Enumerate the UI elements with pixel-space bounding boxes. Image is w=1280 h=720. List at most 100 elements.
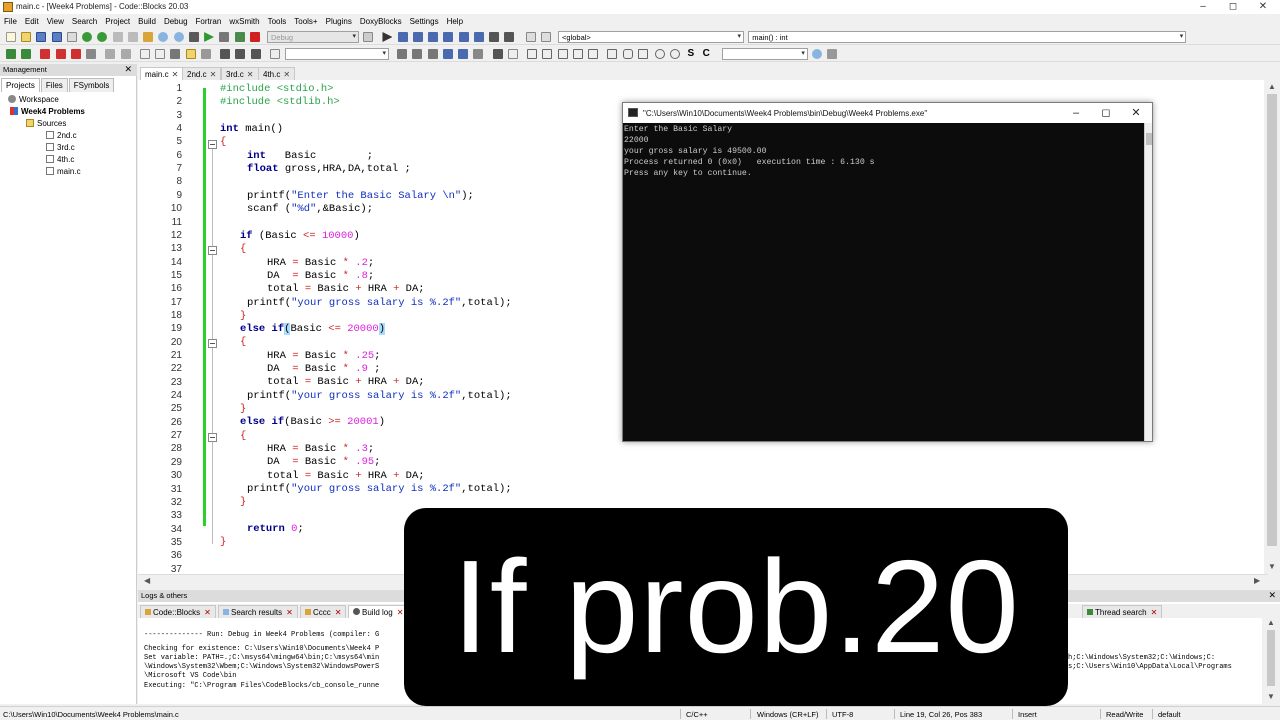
logs-scrollbar[interactable]: ▲ ▼	[1262, 618, 1280, 704]
close-icon[interactable]: ✕	[1268, 590, 1276, 601]
menu-view[interactable]: View	[43, 14, 68, 26]
snippet-select[interactable]: ▾	[284, 48, 389, 60]
select-icon[interactable]	[507, 49, 518, 59]
build-run-icon[interactable]	[219, 32, 230, 42]
s-icon[interactable]: S	[687, 49, 697, 59]
abort-icon[interactable]	[249, 32, 260, 42]
print-icon[interactable]	[66, 32, 77, 42]
function-select[interactable]: main() : int ▾	[748, 31, 1187, 43]
doxy-icon[interactable]	[120, 49, 131, 59]
bookmark-next-icon[interactable]	[70, 49, 81, 59]
extract-icon[interactable]	[170, 49, 181, 59]
debug-windows-icon[interactable]	[525, 32, 536, 42]
menu-edit[interactable]: Edit	[21, 14, 43, 26]
fold-toggle-icon[interactable]	[208, 433, 217, 442]
symbol-settings-icon[interactable]	[827, 49, 838, 59]
layout-icon[interactable]	[442, 49, 453, 59]
menu-help[interactable]: Help	[443, 14, 467, 26]
replace-icon[interactable]	[173, 32, 184, 42]
maximize-icon[interactable]: ◻	[1218, 0, 1248, 14]
close-icon[interactable]: ✕	[124, 64, 132, 75]
close-icon[interactable]: ✕	[1248, 0, 1278, 14]
menu-project[interactable]: Project	[101, 14, 134, 26]
fold-toggle-icon[interactable]	[208, 339, 217, 348]
console-scrollbar[interactable]	[1144, 123, 1152, 441]
magic-icon[interactable]	[473, 49, 484, 59]
bookmark-toggle-icon[interactable]	[40, 49, 51, 59]
scroll-left-icon[interactable]: ◀	[144, 576, 150, 585]
tree-file-4th[interactable]: 4th.c	[46, 155, 74, 164]
diamond-icon[interactable]	[250, 49, 261, 59]
bookmark-prev-icon[interactable]	[55, 49, 66, 59]
step-into-icon[interactable]	[428, 32, 439, 42]
close-icon[interactable]: ✕	[286, 608, 293, 617]
scope-select[interactable]: <global> ▾	[558, 31, 745, 43]
rect-icon[interactable]	[607, 49, 618, 59]
menu-tools-plus[interactable]: Tools+	[290, 14, 321, 26]
close-icon[interactable]: ✕	[335, 608, 342, 617]
step-out-icon[interactable]	[443, 32, 454, 42]
tab-4th-c[interactable]: 4th.c ✕	[258, 67, 296, 80]
build-gear-icon[interactable]	[188, 32, 199, 42]
tree-sources[interactable]: Sources	[26, 119, 66, 128]
menu-file[interactable]: File	[0, 14, 21, 26]
rebuild-icon[interactable]	[234, 32, 245, 42]
comment-block-icon[interactable]	[139, 49, 150, 59]
find-icon[interactable]	[158, 32, 169, 42]
debug-stop-icon[interactable]	[504, 32, 515, 42]
bookmark-clear-icon[interactable]	[86, 49, 97, 59]
close-icon[interactable]: ✕	[172, 70, 179, 79]
menu-debug[interactable]: Debug	[160, 14, 192, 26]
panel-icon[interactable]	[542, 49, 553, 59]
tab-main-c[interactable]: main.c ✕	[140, 67, 184, 80]
debug-info-icon[interactable]	[540, 32, 551, 42]
menu-doxyblocks[interactable]: DoxyBlocks	[356, 14, 406, 26]
copy-icon[interactable]	[127, 32, 138, 42]
wrench-icon[interactable]	[200, 49, 211, 59]
scroll-up-icon[interactable]: ▲	[1267, 618, 1275, 627]
scroll-up-icon[interactable]: ▲	[1268, 82, 1276, 91]
console-window[interactable]: "C:\Users\Win10\Documents\Week4 Problems…	[622, 102, 1153, 442]
menu-wxsmith[interactable]: wxSmith	[225, 14, 263, 26]
fold-toggle-icon[interactable]	[208, 246, 217, 255]
editor-vertical-scrollbar[interactable]: ▲ ▼	[1264, 80, 1280, 574]
close-icon[interactable]: ✕	[210, 70, 217, 79]
console-output[interactable]: Enter the Basic Salary 22000 your gross …	[623, 123, 1144, 441]
symbol-search-icon[interactable]	[812, 49, 823, 59]
close-icon[interactable]: ✕	[283, 70, 290, 79]
menu-plugins[interactable]: Plugins	[322, 14, 356, 26]
tab-thread-search[interactable]: Thread search ✕	[1082, 605, 1163, 618]
menu-settings[interactable]: Settings	[406, 14, 443, 26]
tab-files[interactable]: Files	[40, 78, 68, 92]
scroll-thumb[interactable]	[1267, 94, 1277, 546]
tab-search-results[interactable]: Search results ✕	[218, 605, 298, 618]
c-icon[interactable]: C	[703, 49, 713, 59]
split-icon[interactable]	[557, 49, 568, 59]
console-title-bar[interactable]: "C:\Users\Win10\Documents\Week4 Problems…	[623, 103, 1152, 123]
menu-tools[interactable]: Tools	[264, 14, 291, 26]
scroll-down-icon[interactable]: ▼	[1267, 692, 1275, 701]
close-icon[interactable]: ✕	[1151, 608, 1158, 617]
zoom-out-icon[interactable]	[670, 49, 681, 59]
tree-file-3rd[interactable]: 3rd.c	[46, 143, 75, 152]
tab-codeblocks-log[interactable]: Code::Blocks ✕	[140, 605, 216, 618]
tree-file-2nd[interactable]: 2nd.c	[46, 131, 77, 140]
run-to-cursor-icon[interactable]	[397, 32, 408, 42]
next-instruction-icon[interactable]	[458, 32, 469, 42]
save-icon[interactable]	[36, 32, 47, 42]
tab-build-log[interactable]: Build log ✕	[348, 605, 409, 618]
zoom-in-icon[interactable]	[654, 49, 665, 59]
build-options-icon[interactable]	[363, 32, 374, 42]
open-file-icon[interactable]	[21, 32, 32, 42]
menu-search[interactable]: Search	[68, 14, 101, 26]
tree-project[interactable]: Week4 Problems	[10, 107, 85, 116]
jump-forward-icon[interactable]	[21, 49, 32, 59]
jump-back-icon[interactable]	[6, 49, 16, 59]
debug-continue-icon[interactable]	[382, 32, 393, 42]
new-file-icon[interactable]	[6, 32, 16, 42]
tab-3rd-c[interactable]: 3rd.c ✕	[221, 67, 259, 80]
grid-icon[interactable]	[572, 49, 583, 59]
paste-icon[interactable]	[143, 32, 154, 42]
scroll-thumb[interactable]	[1146, 133, 1152, 145]
close-icon[interactable]: ✕	[1121, 105, 1151, 121]
